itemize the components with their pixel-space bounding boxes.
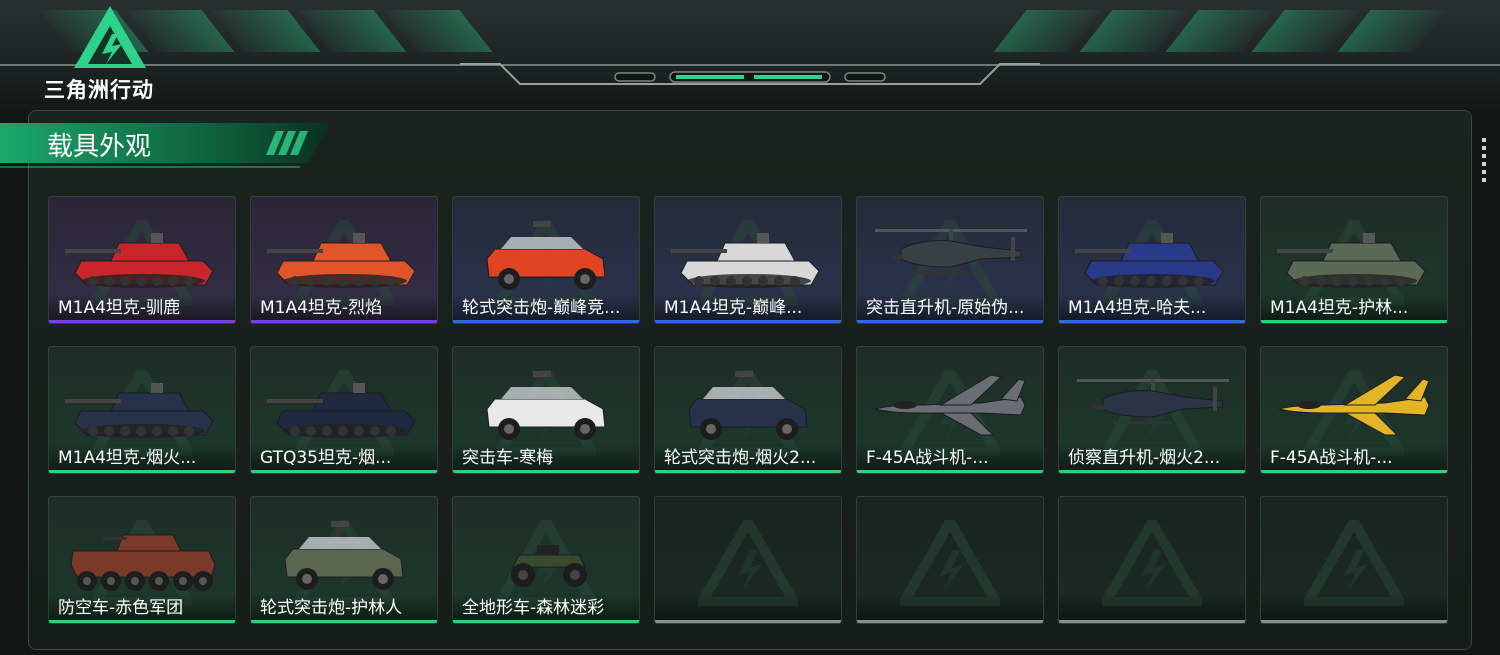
skin-card[interactable]: M1A4坦克-驯鹿 [48, 196, 236, 324]
label-band [857, 593, 1043, 623]
rarity-bar [453, 620, 639, 623]
empty-skin-slot[interactable] [856, 496, 1044, 624]
label-band [1059, 593, 1245, 623]
rarity-bar [857, 470, 1043, 473]
apc-icon [70, 534, 216, 591]
skin-card[interactable]: F-45A战斗机-... [856, 346, 1044, 474]
skin-card[interactable]: M1A4坦克-巅峰... [654, 196, 842, 324]
rarity-bar [49, 470, 235, 473]
rarity-bar [49, 620, 235, 623]
skin-card[interactable]: 轮式突击炮-护林人 [250, 496, 438, 624]
tank-icon [267, 383, 416, 438]
rarity-bar [251, 470, 437, 473]
skin-card[interactable]: M1A4坦克-护林... [1260, 196, 1448, 324]
armored-car-icon [486, 221, 606, 290]
atv-icon [511, 545, 587, 587]
rarity-bar [1261, 620, 1447, 623]
skin-card[interactable]: M1A4坦克-哈夫... [1058, 196, 1246, 324]
label-band [1261, 593, 1447, 623]
rarity-bar [1059, 320, 1245, 323]
rarity-bar [857, 620, 1043, 623]
header-center-ornament [460, 63, 1040, 85]
skin-grid: M1A4坦克-驯鹿 M1A4坦克-烈焰 轮式突击炮-巅峰竞... M1A4坦克-… [48, 196, 1448, 624]
skin-name: GTQ35坦克-烟... [260, 448, 392, 468]
skin-card[interactable]: M1A4坦克-烈焰 [250, 196, 438, 324]
skin-name: M1A4坦克-哈夫... [1068, 298, 1207, 318]
skin-card[interactable]: 防空车-赤色军团 [48, 496, 236, 624]
skin-name: 轮式突击炮-烟火2... [664, 448, 817, 468]
skin-card[interactable]: 侦察直升机-烟火2... [1058, 346, 1246, 474]
tank-icon [65, 233, 214, 288]
skin-card[interactable]: 突击直升机-原始伪... [856, 196, 1044, 324]
rarity-bar [453, 320, 639, 323]
skin-name: F-45A战斗机-... [866, 448, 989, 468]
label-band [655, 593, 841, 623]
rarity-bar [49, 320, 235, 323]
skin-name: 突击直升机-原始伪... [866, 298, 1025, 318]
rarity-bar [655, 620, 841, 623]
logo-text: 三角洲行动 [44, 78, 154, 102]
tank-icon [267, 233, 416, 288]
skin-card[interactable]: 轮式突击炮-烟火2... [654, 346, 842, 474]
rarity-bar [453, 470, 639, 473]
rarity-bar [655, 320, 841, 323]
armored-car-icon [284, 521, 404, 590]
rarity-bar [857, 320, 1043, 323]
rarity-bar [251, 620, 437, 623]
skin-card[interactable]: 全地形车-森林迷彩 [452, 496, 640, 624]
skin-name: 侦察直升机-烟火2... [1068, 448, 1221, 468]
skin-card[interactable]: 轮式突击炮-巅峰竞... [452, 196, 640, 324]
skin-name: M1A4坦克-巅峰... [664, 298, 803, 318]
skin-card[interactable]: 突击车-寒梅 [452, 346, 640, 474]
rarity-bar [1261, 320, 1447, 323]
skin-card[interactable]: F-45A战斗机-... [1260, 346, 1448, 474]
skin-name: M1A4坦克-驯鹿 [58, 298, 181, 318]
rarity-bar [1059, 620, 1245, 623]
skin-name: 全地形车-森林迷彩 [462, 598, 605, 618]
empty-skin-slot[interactable] [654, 496, 842, 624]
scroll-indicator[interactable] [1482, 138, 1486, 182]
section-title: 载具外观 [47, 132, 152, 162]
skin-name: 轮式突击炮-巅峰竞... [462, 298, 621, 318]
header-stripes-right [993, 10, 1447, 54]
tank-icon [671, 233, 820, 288]
rarity-bar [1059, 470, 1245, 473]
armored-car-icon [486, 371, 606, 440]
rarity-bar [1261, 470, 1447, 473]
skin-name: 轮式突击炮-护林人 [260, 598, 403, 618]
tank-icon [1277, 233, 1426, 288]
empty-skin-slot[interactable] [1260, 496, 1448, 624]
skin-name: F-45A战斗机-... [1270, 448, 1393, 468]
helicopter-icon [875, 229, 1027, 274]
skin-name: M1A4坦克-护林... [1270, 298, 1409, 318]
skin-name: M1A4坦克-烈焰 [260, 298, 383, 318]
fighter-jet-icon [874, 374, 1026, 436]
tank-icon [65, 383, 214, 438]
tank-icon [1075, 233, 1224, 288]
skin-card[interactable]: GTQ35坦克-烟... [250, 346, 438, 474]
top-header: 三角洲行动 [0, 0, 1500, 110]
empty-skin-slot[interactable] [1058, 496, 1246, 624]
skin-name: 防空车-赤色军团 [58, 598, 184, 618]
armored-car-icon [688, 371, 808, 440]
skin-name: 突击车-寒梅 [462, 448, 554, 468]
rarity-bar [655, 470, 841, 473]
rarity-bar [251, 320, 437, 323]
helicopter-icon [1077, 379, 1229, 424]
skin-name: M1A4坦克-烟火... [58, 448, 197, 468]
skin-card[interactable]: M1A4坦克-烟火... [48, 346, 236, 474]
fighter-jet-icon [1278, 374, 1430, 436]
